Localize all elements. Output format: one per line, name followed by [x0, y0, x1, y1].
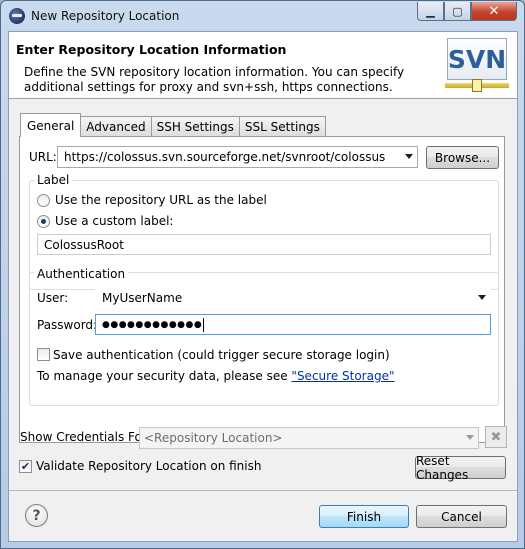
svn-logo-text: SVN [447, 38, 507, 80]
reset-changes-label: Reset Changes [416, 453, 469, 482]
tab-advanced-label: Advanced [86, 120, 146, 134]
password-input[interactable]: ●●●●●●●●●●●● [95, 314, 491, 335]
save-authentication-checkbox[interactable] [37, 348, 50, 361]
browse-button[interactable]: Browse... [426, 146, 499, 169]
user-combobox[interactable]: MyUserName [95, 287, 491, 308]
user-label: User: [37, 291, 69, 305]
browse-label: Browse... [434, 150, 491, 165]
clear-credentials-button[interactable]: ✖ [485, 426, 507, 448]
show-credentials-label: Show Credentials For: [20, 430, 151, 444]
password-label: Password: [37, 318, 98, 332]
credentials-value: <Repository Location> [144, 431, 283, 445]
page-description: Define the SVN repository location infor… [24, 65, 424, 95]
help-glyph: ? [32, 507, 41, 524]
window-title: New Repository Location [31, 9, 180, 23]
close-icon: ✕ [488, 3, 500, 19]
minimize-button[interactable]: ▁ [417, 2, 444, 21]
reset-changes-button[interactable]: Reset Changes [415, 453, 506, 482]
description-line-1: Define the SVN repository location infor… [24, 65, 405, 79]
secure-storage-link[interactable]: "Secure Storage" [291, 369, 394, 383]
use-custom-label-radio[interactable] [37, 215, 50, 228]
tab-general-label: General [27, 118, 75, 133]
maximize-icon: ▢ [452, 4, 463, 18]
tab-ssh-settings[interactable]: SSH Settings [150, 116, 240, 137]
page-title: Enter Repository Location Information [16, 42, 287, 57]
svn-logo-icon: SVN [445, 36, 509, 94]
cancel-button[interactable]: Cancel [416, 505, 507, 528]
finish-button[interactable]: Finish [319, 505, 409, 528]
svn-logo-node [472, 79, 482, 92]
password-mask: ●●●●●●●●●●●● [102, 319, 203, 330]
secure-storage-note: To manage your security data, please see… [37, 369, 394, 383]
secure-storage-note-text: To manage your security data, please see [37, 369, 292, 383]
credentials-combobox[interactable]: <Repository Location> [139, 427, 479, 449]
use-repo-url-radio[interactable] [37, 194, 50, 207]
authentication-legend: Authentication [34, 267, 129, 281]
validate-checkbox[interactable]: ✔ [19, 460, 32, 473]
tab-ssl-label: SSL Settings [244, 120, 320, 134]
maximize-button[interactable]: ▢ [444, 2, 471, 21]
custom-label-input[interactable]: ColossusRoot [37, 234, 491, 255]
wizard-header: Enter Repository Location Information De… [9, 32, 517, 99]
url-label: URL: [29, 150, 57, 164]
save-authentication-label[interactable]: Save authentication (could trigger secur… [53, 348, 390, 362]
clear-icon: ✖ [490, 429, 502, 445]
validate-label[interactable]: Validate Repository Location on finish [36, 459, 261, 473]
text-caret [203, 317, 205, 332]
title-bar[interactable]: New Repository Location ▁ ▢ ✕ [1, 1, 524, 31]
use-custom-label-label[interactable]: Use a custom label: [55, 214, 173, 228]
tab-advanced[interactable]: Advanced [80, 116, 152, 137]
cancel-label: Cancel [441, 509, 482, 524]
dialog-client-area: Enter Repository Location Information De… [8, 31, 518, 542]
close-button[interactable]: ✕ [471, 2, 517, 21]
tab-ssl-settings[interactable]: SSL Settings [238, 116, 326, 137]
use-repo-url-label[interactable]: Use the repository URL as the label [55, 193, 267, 207]
label-group-legend: Label [34, 173, 73, 187]
chevron-down-icon[interactable] [478, 295, 486, 300]
minimize-icon: ▁ [426, 4, 435, 18]
tab-strip: General Advanced SSH Settings SSL Settin… [20, 113, 326, 137]
tab-general[interactable]: General [20, 113, 82, 137]
custom-label-value: ColossusRoot [44, 237, 124, 252]
eclipse-app-icon [9, 8, 25, 24]
chevron-down-icon[interactable] [466, 435, 474, 440]
user-value: MyUserName [102, 290, 183, 305]
dialog-window: New Repository Location ▁ ▢ ✕ Enter Repo… [0, 0, 525, 549]
help-icon[interactable]: ? [25, 504, 48, 527]
finish-label: Finish [346, 509, 382, 524]
url-value: https://colossus.svn.sourceforge.net/svn… [64, 150, 386, 164]
url-combobox[interactable]: https://colossus.svn.sourceforge.net/svn… [57, 146, 418, 168]
chevron-down-icon[interactable] [405, 154, 413, 159]
description-line-2: additional settings for proxy and svn+ss… [24, 80, 393, 94]
tab-ssh-label: SSH Settings [156, 120, 234, 134]
button-bar-separator [9, 490, 517, 491]
